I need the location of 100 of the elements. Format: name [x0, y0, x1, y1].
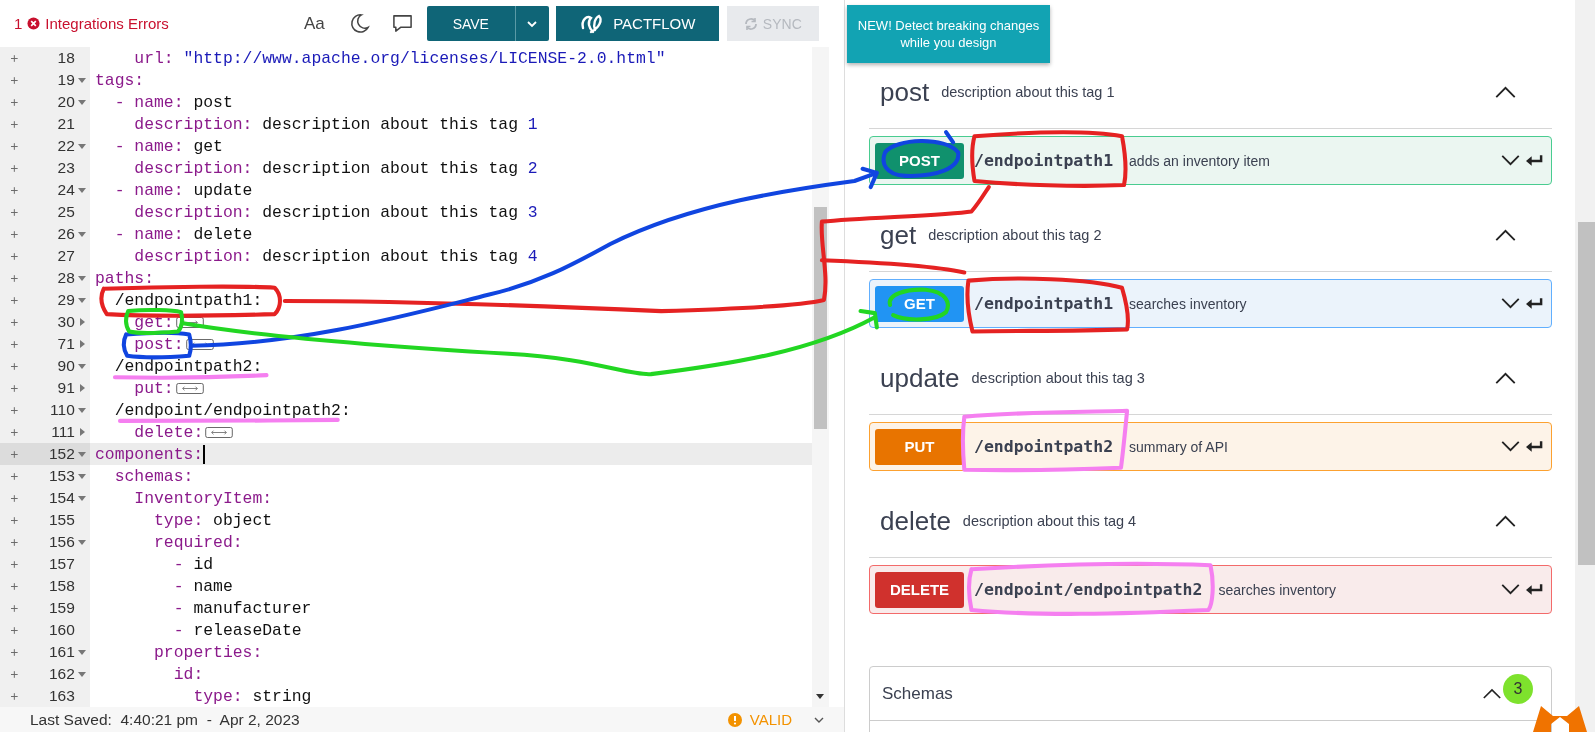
tag-header[interactable]: delete description about this tag 4	[869, 493, 1552, 558]
chevron-down-icon[interactable]	[1501, 298, 1520, 309]
fold-arrow-icon[interactable]	[78, 539, 87, 545]
feature-tooltip: NEW! Detect breaking changes while you design	[847, 5, 1050, 63]
folded-code-icon[interactable]	[185, 338, 214, 350]
code-line: - name: post	[114, 92, 233, 112]
add-line-icon[interactable]	[11, 296, 18, 304]
add-line-icon[interactable]	[11, 428, 18, 436]
font-size-toggle[interactable]: Aa	[304, 13, 325, 34]
fold-arrow-icon[interactable]	[78, 77, 87, 83]
tag-description: description about this tag 3	[971, 370, 1146, 386]
code-line: /endpointpath2:	[114, 356, 263, 376]
add-line-icon[interactable]	[11, 406, 18, 414]
line-number: 154	[47, 489, 75, 507]
fold-arrow-icon[interactable]	[78, 649, 87, 655]
moon-icon[interactable]	[348, 13, 370, 34]
operation-row[interactable]: GET /endpointpath1 searches inventory	[869, 279, 1552, 328]
scroll-down-icon[interactable]	[816, 694, 824, 699]
return-arrow-icon[interactable]	[1526, 583, 1543, 596]
endpoint-path: /endpointpath1	[974, 151, 1114, 170]
add-line-icon[interactable]	[11, 538, 18, 546]
tag-header[interactable]: post description about this tag 1	[869, 64, 1552, 129]
operation-row[interactable]: PUT /endpointpath2 summary of API	[869, 422, 1552, 471]
chevron-down-icon[interactable]	[1501, 155, 1520, 166]
notification-badge[interactable]: 3	[1503, 674, 1533, 704]
tag-header[interactable]: get description about this tag 2	[869, 207, 1552, 272]
save-button[interactable]: SAVE	[426, 6, 515, 41]
add-line-icon[interactable]	[11, 76, 18, 84]
docs-scrollbar[interactable]	[1575, 0, 1595, 732]
add-line-icon[interactable]	[11, 142, 18, 150]
code-line: type: string	[193, 686, 312, 706]
add-line-icon[interactable]	[11, 604, 18, 612]
add-line-icon[interactable]	[11, 186, 18, 194]
comment-icon[interactable]	[391, 13, 413, 34]
add-line-icon[interactable]	[11, 494, 18, 502]
fold-arrow-icon[interactable]	[78, 671, 87, 677]
add-line-icon[interactable]	[11, 120, 18, 128]
add-line-icon[interactable]	[11, 208, 18, 216]
fold-arrow-icon[interactable]	[78, 275, 87, 281]
fold-arrow-icon[interactable]	[78, 231, 87, 237]
integration-errors-link[interactable]: 1 Integrations Errors	[14, 15, 304, 32]
add-line-icon[interactable]	[11, 560, 18, 568]
line-number: 23	[56, 159, 75, 177]
add-line-icon[interactable]	[11, 274, 18, 282]
chevron-down-icon[interactable]	[1501, 584, 1520, 595]
return-arrow-icon[interactable]	[1526, 297, 1543, 310]
line-number: 157	[47, 555, 75, 573]
add-line-icon[interactable]	[11, 692, 18, 700]
add-line-icon[interactable]	[11, 318, 18, 326]
chevron-up-icon[interactable]	[1483, 688, 1501, 699]
add-line-icon[interactable]	[11, 164, 18, 172]
fold-arrow-icon[interactable]	[78, 363, 87, 369]
editor-scrollbar[interactable]	[812, 47, 829, 707]
chevron-up-icon[interactable]	[1495, 229, 1516, 241]
add-line-icon[interactable]	[11, 648, 18, 656]
folded-code-icon[interactable]	[205, 426, 234, 438]
line-number: 21	[56, 115, 75, 133]
add-line-icon[interactable]	[11, 230, 18, 238]
chevron-up-icon[interactable]	[1495, 515, 1516, 527]
fold-arrow-icon[interactable]	[78, 451, 87, 457]
add-line-icon[interactable]	[11, 472, 18, 480]
chevron-down-icon[interactable]	[814, 716, 824, 723]
code-line: schemas:	[114, 466, 194, 486]
unfold-arrow-icon[interactable]	[79, 428, 85, 436]
fold-arrow-icon[interactable]	[78, 495, 87, 501]
code-line: tags:	[95, 70, 145, 90]
unfold-arrow-icon[interactable]	[79, 384, 85, 392]
operation-row[interactable]: DELETE /endpoint/endpointpath2 searches inventory	[869, 565, 1552, 614]
fold-arrow-icon[interactable]	[78, 297, 87, 303]
add-line-icon[interactable]	[11, 362, 18, 370]
folded-code-icon[interactable]	[175, 382, 204, 394]
add-line-icon[interactable]	[11, 450, 18, 458]
add-line-icon[interactable]	[11, 626, 18, 634]
fold-arrow-icon[interactable]	[78, 143, 87, 149]
operation-row[interactable]: POST /endpointpath1 adds an inventory item	[869, 136, 1552, 185]
endpoint-path: /endpointpath2	[974, 437, 1114, 456]
save-options-button[interactable]	[514, 6, 549, 41]
add-line-icon[interactable]	[11, 670, 18, 678]
fold-arrow-icon[interactable]	[78, 99, 87, 105]
add-line-icon[interactable]	[11, 340, 18, 348]
add-line-icon[interactable]	[11, 54, 18, 62]
chevron-down-icon[interactable]	[1501, 441, 1520, 452]
unfold-arrow-icon[interactable]	[79, 318, 85, 326]
add-line-icon[interactable]	[11, 252, 18, 260]
tag-header[interactable]: update description about this tag 3	[869, 350, 1552, 415]
add-line-icon[interactable]	[11, 98, 18, 106]
add-line-icon[interactable]	[11, 582, 18, 590]
endpoint-path: /endpoint/endpointpath2	[974, 580, 1203, 599]
add-line-icon[interactable]	[11, 516, 18, 524]
chevron-up-icon[interactable]	[1495, 372, 1516, 384]
add-line-icon[interactable]	[11, 384, 18, 392]
chevron-up-icon[interactable]	[1495, 86, 1516, 98]
return-arrow-icon[interactable]	[1526, 440, 1543, 453]
pactflow-button[interactable]: PACTFLOW	[555, 6, 719, 41]
fold-arrow-icon[interactable]	[78, 187, 87, 193]
return-arrow-icon[interactable]	[1526, 154, 1543, 167]
fold-arrow-icon[interactable]	[78, 407, 87, 413]
fold-arrow-icon[interactable]	[78, 473, 87, 479]
schemas-title: Schemas	[882, 683, 954, 704]
unfold-arrow-icon[interactable]	[79, 340, 85, 348]
